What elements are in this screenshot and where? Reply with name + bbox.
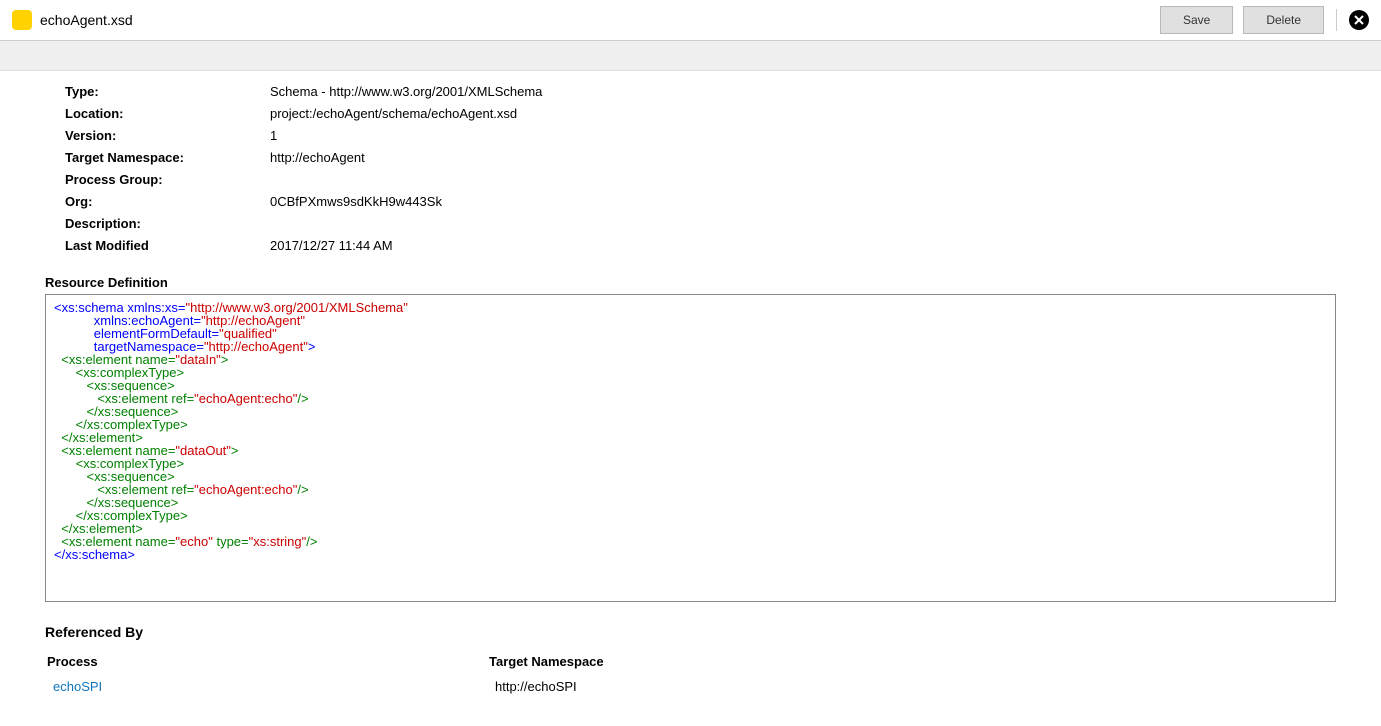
resource-definition-code: <xs:schema xmlns:xs="http://www.w3.org/2… — [45, 294, 1336, 602]
meta-label: Org: — [45, 191, 270, 213]
content-area: Type: Schema - http://www.w3.org/2001/XM… — [0, 71, 1381, 726]
meta-row: Target Namespace: http://echoAgent — [45, 147, 1336, 169]
meta-row: Org: 0CBfPXmws9sdKkH9w443Sk — [45, 191, 1336, 213]
tns-value: http://echoSPI — [489, 679, 577, 694]
meta-label: Target Namespace: — [45, 147, 270, 169]
meta-label: Location: — [45, 103, 270, 125]
save-button[interactable]: Save — [1160, 6, 1233, 34]
close-button[interactable] — [1349, 10, 1369, 30]
process-link[interactable]: echoSPI — [47, 679, 102, 694]
sub-header-bar — [0, 41, 1381, 71]
meta-value: 0CBfPXmws9sdKkH9w443Sk — [270, 191, 442, 213]
meta-row: Description: — [45, 213, 1336, 235]
delete-button[interactable]: Delete — [1243, 6, 1324, 34]
page-title: echoAgent.xsd — [40, 12, 133, 28]
divider — [1336, 9, 1337, 31]
meta-label: Type: — [45, 81, 270, 103]
col-target-namespace: Target Namespace — [489, 654, 1334, 675]
referenced-by-title: Referenced By — [45, 624, 1336, 640]
meta-label: Description: — [45, 213, 270, 235]
table-row: echoSPI http://echoSPI — [47, 677, 1334, 694]
meta-value: Schema - http://www.w3.org/2001/XMLSchem… — [270, 81, 542, 103]
meta-row: Version: 1 — [45, 125, 1336, 147]
header-left: echoAgent.xsd — [12, 10, 133, 30]
close-icon — [1354, 15, 1364, 25]
page-header: echoAgent.xsd Save Delete — [0, 0, 1381, 41]
col-process: Process — [47, 654, 487, 675]
meta-value: project:/echoAgent/schema/echoAgent.xsd — [270, 103, 517, 125]
meta-row: Location: project:/echoAgent/schema/echo… — [45, 103, 1336, 125]
meta-label: Version: — [45, 125, 270, 147]
resource-definition-label: Resource Definition — [45, 275, 1336, 290]
header-actions: Save Delete — [1160, 6, 1369, 34]
meta-value: 2017/12/27 11:44 AM — [270, 235, 393, 257]
referenced-by-table: Process Target Namespace echoSPI http://… — [45, 652, 1336, 696]
meta-row: Last Modified 2017/12/27 11:44 AM — [45, 235, 1336, 257]
meta-row: Type: Schema - http://www.w3.org/2001/XM… — [45, 81, 1336, 103]
table-header-row: Process Target Namespace — [47, 654, 1334, 675]
meta-value: 1 — [270, 125, 277, 147]
file-icon — [12, 10, 32, 30]
meta-value: http://echoAgent — [270, 147, 365, 169]
meta-row: Process Group: — [45, 169, 1336, 191]
meta-label: Last Modified — [45, 235, 270, 257]
meta-label: Process Group: — [45, 169, 270, 191]
meta-section: Type: Schema - http://www.w3.org/2001/XM… — [45, 81, 1336, 257]
